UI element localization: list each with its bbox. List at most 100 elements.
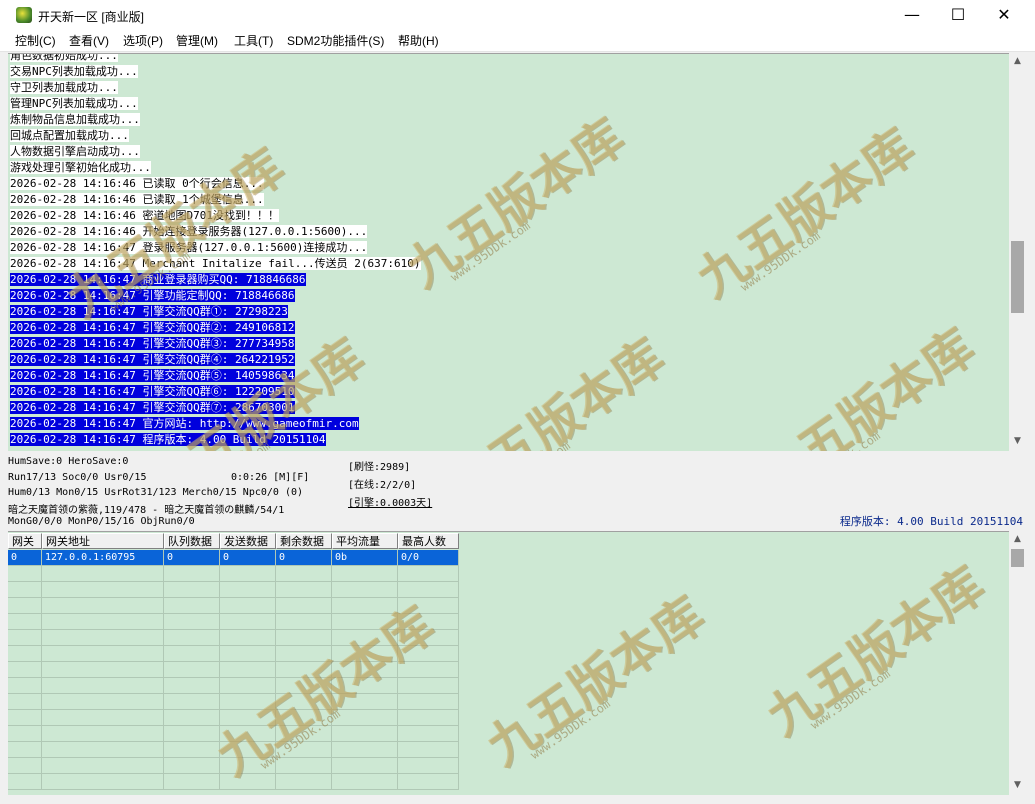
log-text: 2026-02-28 14:16:46 已读取 1个城堡信息... (10, 193, 264, 206)
empty-grid-cell (42, 646, 164, 662)
scroll-up-arrow-icon[interactable]: ▲ (1009, 531, 1026, 548)
watermark-url: www.95DDk.com (447, 218, 533, 284)
empty-grid-cell (398, 614, 459, 630)
log-text: 游戏处理引擎初始化成功... (10, 161, 151, 174)
empty-grid-cell (332, 662, 398, 678)
log-line: 守卫列表加载成功... (10, 80, 118, 96)
log-line: 2026-02-28 14:16:46 已读取 0个行会信息... (10, 176, 264, 192)
log-text: 2026-02-28 14:16:47 Merchant Initalize f… (10, 257, 421, 270)
log-text: 2026-02-28 14:16:47 引擎交流QQ群③: 277734958 (10, 337, 295, 350)
empty-grid-cell (164, 694, 220, 710)
empty-grid-cell (164, 646, 220, 662)
empty-grid-cell (164, 582, 220, 598)
maximize-button[interactable]: ☐ (935, 0, 981, 30)
title-bar[interactable]: 开天新一区 [商业版] — ☐ ✕ (0, 0, 1035, 30)
scroll-down-arrow-icon[interactable]: ▼ (1009, 433, 1026, 450)
cell-queue-data: 0 (164, 550, 220, 566)
menu-help[interactable]: 帮助(H) (398, 32, 439, 49)
log-text: 2026-02-28 14:16:47 引擎交流QQ群⑦: 286703001 (10, 401, 295, 414)
watermark: 九五版本库www.95DDk.com (430, 319, 676, 451)
server-window: 开天新一区 [商业版] — ☐ ✕ 控制(C) 查看(V) 选项(P) 管理(M… (0, 0, 1035, 804)
empty-grid-cell (42, 598, 164, 614)
log-panel[interactable]: 角色数据初始成功... 交易NPC列表加载成功... 守卫列表加载成功... 管理NP… (8, 53, 1009, 451)
status-line-hum: Hum0/13 Mon0/15 UsrRot31/123 Merch0/15 N… (8, 487, 304, 498)
log-line: 回城点配置加载成功... (10, 128, 129, 144)
menu-manage[interactable]: 管理(M) (176, 32, 218, 49)
empty-grid-cell (332, 614, 398, 630)
empty-grid-cell (220, 646, 276, 662)
empty-grid-cell (8, 598, 42, 614)
menu-options[interactable]: 选项(P) (123, 32, 163, 49)
menu-tools[interactable]: 工具(T) (234, 32, 273, 49)
watermark: 九五版本库www.95DDk.com (750, 547, 996, 749)
log-line: 2026-02-28 14:16:47 Merchant Initalize f… (10, 256, 421, 272)
empty-grid-cell (332, 758, 398, 774)
log-text: 2026-02-28 14:16:46 开始连接登录服务器(127.0.0.1:… (10, 225, 368, 238)
empty-grid-cell (8, 614, 42, 630)
status-line-save: HumSave:0 HeroSave:0 (8, 456, 129, 467)
log-line: 炼制物品信息加载成功... (10, 112, 140, 128)
menu-control[interactable]: 控制(C) (15, 32, 56, 49)
log-line: 游戏处理引擎初始化成功... (10, 160, 151, 176)
empty-grid-cell (398, 662, 459, 678)
watermark-text: 九五版本库 (435, 327, 675, 451)
log-line: 2026-02-28 14:16:46 已读取 1个城堡信息... (10, 192, 264, 208)
log-scrollbar[interactable]: ▲ ▼ (1009, 53, 1026, 450)
watermark-text: 九五版本库 (685, 117, 925, 309)
col-send-data[interactable]: 发送数据 (220, 533, 276, 549)
scroll-thumb[interactable] (1011, 241, 1024, 313)
col-remaining-data[interactable]: 剩余数据 (276, 533, 332, 549)
empty-grid-cell (164, 598, 220, 614)
log-line: 2026-02-28 14:16:47 商业登录器购买QQ: 718846686 (10, 272, 306, 288)
empty-grid-cell (164, 774, 220, 790)
status-run-time: 0:0:26 [M][F] (231, 472, 310, 483)
empty-grid-cell (276, 726, 332, 742)
empty-grid-cell (220, 742, 276, 758)
empty-grid-cell (8, 726, 42, 742)
empty-grid-cell (332, 598, 398, 614)
empty-grid-cell (276, 742, 332, 758)
empty-grid-cell (220, 598, 276, 614)
empty-grid-cell (164, 630, 220, 646)
log-text: 2026-02-28 14:16:47 引擎交流QQ群⑤: 140598634 (10, 369, 295, 382)
empty-grid-cell (398, 758, 459, 774)
empty-grid-cell (220, 758, 276, 774)
col-gateway-address[interactable]: 网关地址 (42, 533, 164, 549)
col-avg-traffic[interactable]: 平均流量 (332, 533, 398, 549)
log-line: 交易NPC列表加载成功... (10, 64, 138, 80)
empty-grid-cell (220, 662, 276, 678)
scroll-up-arrow-icon[interactable]: ▲ (1009, 53, 1026, 70)
menu-view[interactable]: 查看(V) (69, 32, 109, 49)
minimize-button[interactable]: — (889, 0, 935, 30)
col-queue-data[interactable]: 队列数据 (164, 533, 220, 549)
watermark-url: www.95DDk.com (488, 439, 573, 451)
cell-gateway-address: 127.0.0.1:60795 (42, 550, 164, 566)
empty-grid-cell (220, 710, 276, 726)
empty-grid-cell (332, 646, 398, 662)
empty-grid-cell (164, 758, 220, 774)
empty-grid-cell (276, 694, 332, 710)
log-line: 2026-02-28 14:16:47 程序版本: 4.00 Build 201… (10, 432, 326, 448)
empty-grid-cell (164, 566, 220, 582)
empty-grid-cell (398, 710, 459, 726)
watermark: 九五版本库www.95DDk.com (680, 109, 926, 311)
app-icon (16, 7, 32, 23)
empty-grid-cell (332, 726, 398, 742)
empty-grid-cell (42, 662, 164, 678)
empty-grid-cell (164, 710, 220, 726)
gateway-grid[interactable]: 网关 网关地址 队列数据 发送数据 剩余数据 平均流量 最高人数 0 127.0… (8, 531, 1009, 795)
log-line: 2026-02-28 14:16:46 密道地图D701没找到！！！ (10, 208, 279, 224)
grid-scrollbar[interactable]: ▲ ▼ (1009, 531, 1026, 794)
empty-grid-cell (164, 678, 220, 694)
close-button[interactable]: ✕ (981, 0, 1027, 30)
empty-grid-cell (332, 774, 398, 790)
col-gateway[interactable]: 网关 (8, 533, 42, 549)
menu-sdm2-plugins[interactable]: SDM2功能插件(S) (287, 32, 384, 49)
log-line: 2026-02-28 14:16:47 引擎交流QQ群②: 249106812 (10, 320, 295, 336)
scroll-thumb[interactable] (1011, 549, 1024, 567)
log-line: 管理NPC列表加载成功... (10, 96, 138, 112)
scroll-down-arrow-icon[interactable]: ▼ (1009, 777, 1026, 794)
empty-grid-cell (8, 774, 42, 790)
col-max-users[interactable]: 最高人数 (398, 533, 459, 549)
empty-grid-cell (398, 742, 459, 758)
